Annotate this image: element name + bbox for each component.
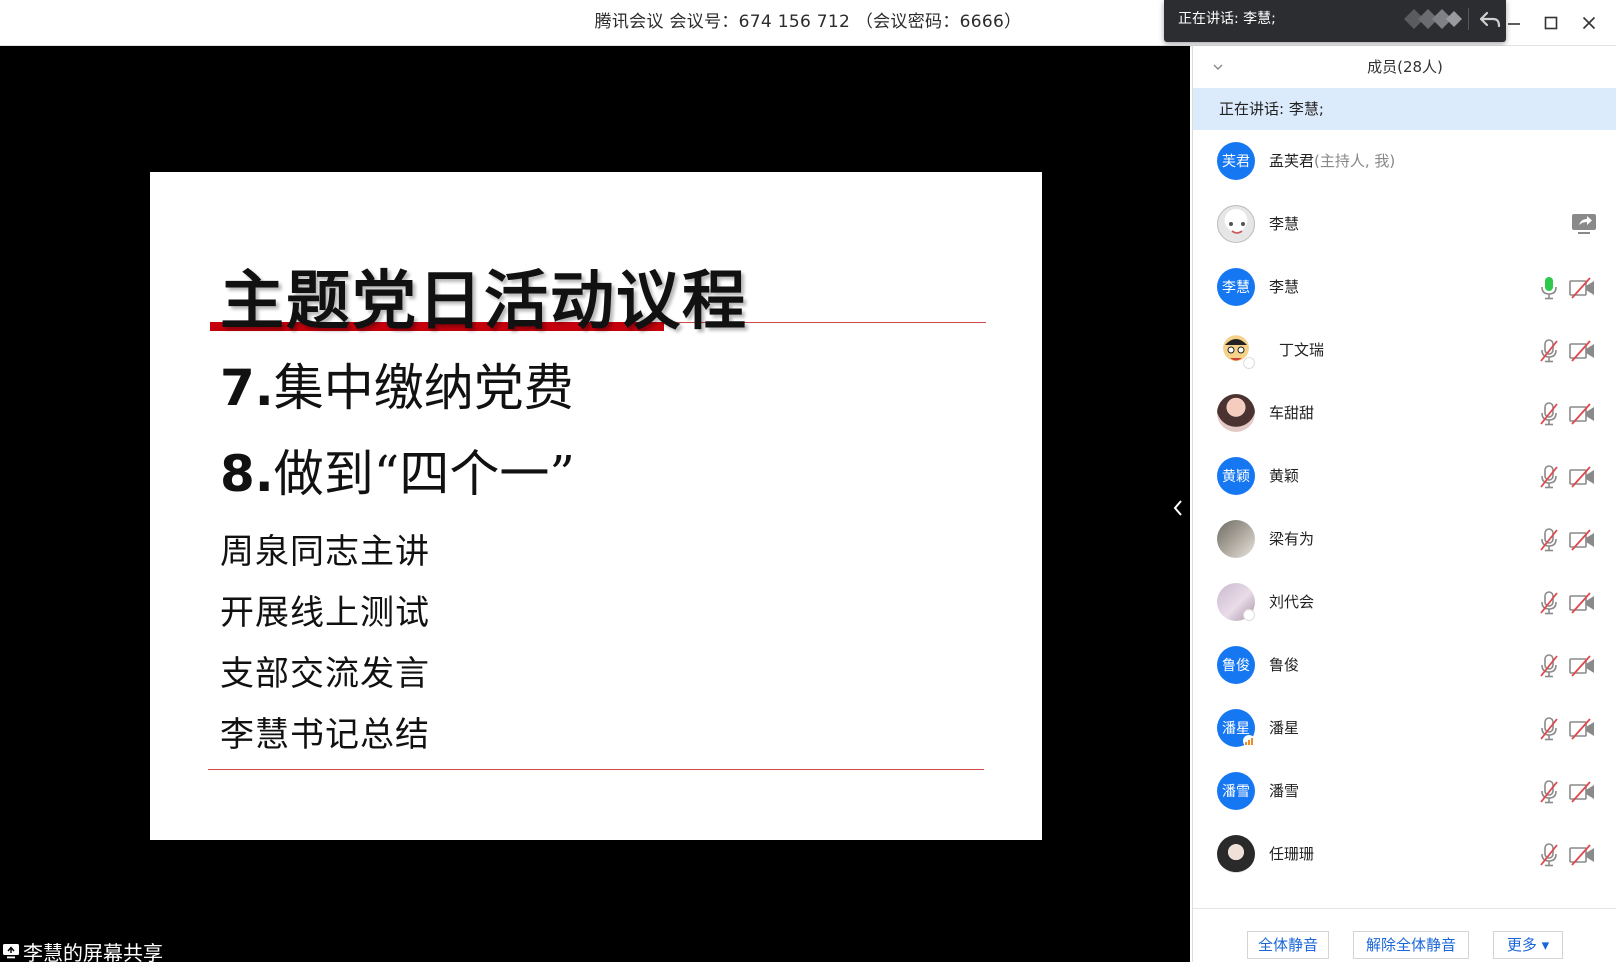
screen-share-area: 主题党日活动议程 7.集中缴纳党费 8.做到“四个一” 周泉同志主讲 开展线上测… [0, 46, 1190, 962]
member-name: 潘雪 [1269, 782, 1300, 800]
slide-sub-item: 开展线上测试 [220, 593, 430, 633]
screen-share-label-text: 李慧的屏幕共享 [23, 940, 163, 962]
member-name: 任珊珊 [1269, 845, 1315, 863]
avatar: 鲁俊 [1217, 646, 1255, 684]
camera-off-icon[interactable] [1569, 655, 1595, 677]
title-bar: 腾讯会议 会议号：674 156 712 （会议密码：6666） 正在讲话: 李… [0, 0, 1616, 46]
members-panel: 成员(28人) 正在讲话: 李慧; 芙君 孟芙君(主持人, 我) 李慧 李慧 李… [1192, 46, 1616, 962]
camera-off-icon[interactable] [1569, 340, 1595, 362]
avatar: 芙君 [1217, 142, 1255, 180]
mic-muted-icon[interactable] [1538, 465, 1560, 489]
slide-sub-item: 支部交流发言 [220, 654, 430, 694]
mic-muted-icon[interactable] [1538, 339, 1560, 363]
slide-item-7-number: 7. [220, 359, 274, 417]
mic-muted-icon[interactable] [1538, 654, 1560, 678]
more-button[interactable]: 更多 ▾ [1493, 931, 1563, 959]
camera-off-icon[interactable] [1569, 592, 1595, 614]
member-row[interactable]: 梁有为 [1193, 508, 1616, 571]
avatar [1217, 520, 1255, 558]
slide-item-8: 8.做到“四个一” [220, 434, 575, 506]
camera-off-icon[interactable] [1569, 718, 1595, 740]
screen-share-icon [1572, 214, 1596, 234]
avatar [1217, 205, 1255, 243]
camera-off-icon[interactable] [1569, 844, 1595, 866]
screen-share-icon [3, 944, 19, 959]
slide-item-7: 7.集中缴纳党费 [220, 348, 574, 420]
camera-off-icon[interactable] [1569, 403, 1595, 425]
speaking-popup-text: 正在讲话: 李慧; [1178, 11, 1276, 27]
member-name: 丁文瑞 [1279, 341, 1325, 359]
unmute-all-button[interactable]: 解除全体静音 [1353, 931, 1469, 959]
sound-wave-icon [1404, 9, 1462, 29]
slide-title: 主题党日活动议程 [220, 265, 748, 339]
member-row[interactable]: 任珊珊 [1193, 823, 1616, 886]
member-name: 鲁俊 [1269, 656, 1300, 674]
member-row[interactable]: 黄颖 黄颖 [1193, 445, 1616, 508]
member-name: 李慧 [1269, 278, 1300, 296]
mic-muted-icon[interactable] [1538, 843, 1560, 867]
camera-off-icon[interactable] [1569, 277, 1595, 299]
mic-muted-icon[interactable] [1538, 717, 1560, 741]
members-list: 芙君 孟芙君(主持人, 我) 李慧 李慧 李慧 丁文瑞 车甜甜 黄颖 黄颖 梁有… [1193, 130, 1616, 938]
slide-bottom-line [208, 769, 984, 770]
avatar [1217, 394, 1255, 432]
member-name: 梁有为 [1269, 530, 1315, 548]
avatar: 潘雪 [1217, 772, 1255, 810]
camera-off-icon[interactable] [1569, 781, 1595, 803]
speaking-indicator: 正在讲话: 李慧; [1193, 88, 1616, 130]
popup-divider [1468, 8, 1469, 30]
speaking-popup: 正在讲话: 李慧; [1164, 0, 1506, 42]
avatar: 黄颖 [1217, 457, 1255, 495]
member-row[interactable]: 李慧 李慧 [1193, 256, 1616, 319]
member-row[interactable]: 潘星 潘星 [1193, 697, 1616, 760]
member-row[interactable]: 丁文瑞 [1193, 319, 1616, 382]
minimize-icon[interactable] [1501, 10, 1527, 36]
screen-share-label: 李慧的屏幕共享 [2, 939, 163, 962]
member-name: 潘星 [1269, 719, 1300, 737]
member-row[interactable]: 鲁俊 鲁俊 [1193, 634, 1616, 697]
mute-all-button[interactable]: 全体静音 [1247, 931, 1329, 959]
member-row[interactable]: 潘雪 潘雪 [1193, 760, 1616, 823]
member-row[interactable]: 车甜甜 [1193, 382, 1616, 445]
members-panel-title: 成员(28人) [1367, 58, 1443, 76]
maximize-icon[interactable] [1538, 10, 1564, 36]
slide-item-7-text: 集中缴纳党费 [273, 359, 574, 417]
avatar [1217, 835, 1255, 873]
slide-sub-item: 李慧书记总结 [220, 715, 430, 755]
signal-icon [1243, 735, 1255, 747]
camera-off-icon[interactable] [1569, 529, 1595, 551]
slide-item-8-number: 8. [220, 445, 274, 503]
member-name: 孟芙君(主持人, 我) [1269, 130, 1395, 193]
mic-active-icon[interactable] [1538, 276, 1560, 300]
member-row[interactable]: 李慧 [1193, 193, 1616, 256]
member-name: 黄颖 [1269, 467, 1300, 485]
slide-sub-item: 周泉同志主讲 [220, 532, 430, 572]
members-panel-header: 成员(28人) [1193, 46, 1616, 88]
member-name: 刘代会 [1269, 593, 1315, 611]
slide-item-8-text: 做到“四个一” [273, 445, 575, 503]
members-panel-footer: 全体静音 解除全体静音 更多 ▾ [1193, 908, 1616, 962]
member-row[interactable]: 刘代会 [1193, 571, 1616, 634]
status-badge [1243, 609, 1255, 621]
member-name-text: 孟芙君 [1269, 152, 1315, 170]
reply-icon[interactable] [1478, 7, 1502, 31]
mic-muted-icon[interactable] [1538, 780, 1560, 804]
shared-slide: 主题党日活动议程 7.集中缴纳党费 8.做到“四个一” 周泉同志主讲 开展线上测… [150, 172, 1042, 840]
mic-muted-icon[interactable] [1538, 591, 1560, 615]
camera-off-icon[interactable] [1569, 466, 1595, 488]
member-name: 李慧 [1269, 215, 1300, 233]
member-name: 车甜甜 [1269, 404, 1315, 422]
member-role: (主持人, 我) [1314, 152, 1396, 170]
avatar: 李慧 [1217, 268, 1255, 306]
mic-muted-icon[interactable] [1538, 402, 1560, 426]
close-icon[interactable] [1576, 10, 1602, 36]
status-badge [1243, 357, 1255, 369]
chevron-left-icon[interactable] [1170, 496, 1186, 520]
mic-muted-icon[interactable] [1538, 528, 1560, 552]
member-row[interactable]: 芙君 孟芙君(主持人, 我) [1193, 130, 1616, 193]
